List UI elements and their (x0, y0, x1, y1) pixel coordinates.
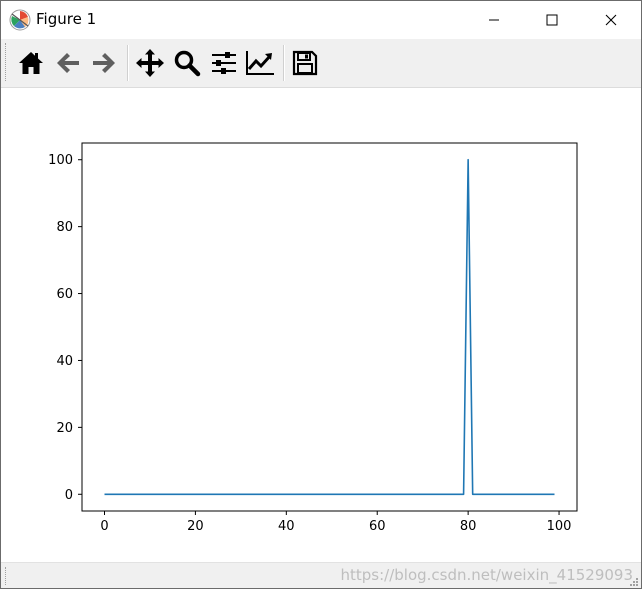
y-tick-label: 0 (65, 488, 73, 503)
y-tick-label: 20 (56, 421, 73, 436)
arrow-right-icon (93, 53, 115, 73)
y-tick-label: 80 (56, 220, 73, 235)
sliders-icon (212, 52, 236, 74)
y-tick-label: 40 (56, 354, 73, 369)
customize-button[interactable] (244, 47, 276, 79)
figure-canvas[interactable]: 0 20 40 60 80 100 0 20 40 60 80 100 (1, 88, 641, 562)
matplotlib-logo-icon (9, 9, 31, 31)
zoom-button[interactable] (171, 47, 203, 79)
resize-grip-icon[interactable] (629, 577, 639, 587)
x-tick-label: 60 (369, 519, 386, 534)
y-tick-label: 100 (48, 153, 73, 168)
minimize-icon (489, 19, 499, 21)
title-bar[interactable]: Figure 1 (1, 1, 641, 39)
x-tick-label: 40 (278, 519, 295, 534)
navigation-toolbar (1, 39, 641, 88)
forward-button[interactable] (88, 47, 120, 79)
toolbar-grip[interactable] (5, 43, 8, 81)
arrow-left-icon (57, 53, 79, 73)
toolbar-separator (127, 45, 129, 81)
maximize-icon (546, 14, 558, 26)
toolbar-separator (283, 45, 285, 81)
series-line-1 (104, 158, 555, 496)
magnifier-icon (174, 50, 201, 77)
pan-button[interactable] (134, 47, 166, 79)
watermark-text: https://blog.csdn.net/weixin_41529093 (340, 566, 633, 584)
window-title: Figure 1 (36, 10, 97, 28)
x-tick-label: 0 (100, 519, 108, 534)
maximize-button[interactable] (529, 1, 575, 39)
subplots-button[interactable] (208, 47, 240, 79)
x-tick-label: 100 (547, 519, 572, 534)
axes-frame (81, 142, 578, 512)
close-button[interactable] (588, 1, 634, 39)
figure-window: Figure 1 0 20 40 60 80 100 0 20 40 60 80… (0, 0, 642, 589)
x-tick-label: 20 (187, 519, 204, 534)
line-chart-icon (246, 51, 274, 75)
home-icon (19, 52, 43, 74)
y-tick-label: 60 (56, 287, 73, 302)
figure-plot[interactable]: 0 20 40 60 80 100 0 20 40 60 80 100 (1, 88, 641, 562)
status-bar: https://blog.csdn.net/weixin_41529093 (1, 562, 641, 588)
close-icon (605, 14, 617, 26)
home-button[interactable] (15, 47, 47, 79)
statusbar-grip (5, 567, 8, 585)
minimize-button[interactable] (471, 1, 517, 39)
save-button[interactable] (289, 47, 321, 79)
floppy-disk-icon (292, 50, 318, 76)
x-tick-label: 80 (460, 519, 477, 534)
move-icon (136, 49, 164, 77)
back-button[interactable] (52, 47, 84, 79)
